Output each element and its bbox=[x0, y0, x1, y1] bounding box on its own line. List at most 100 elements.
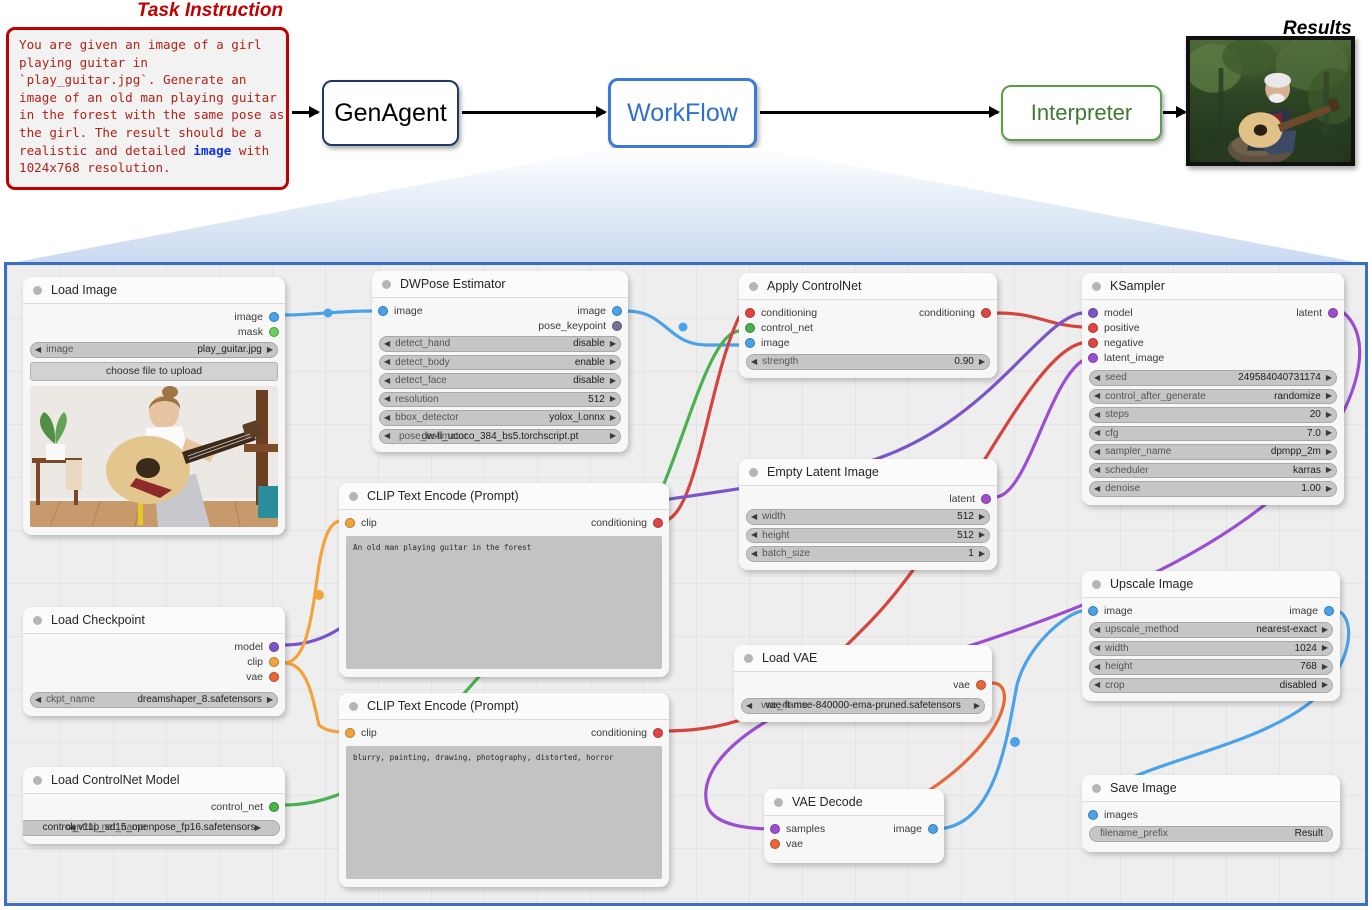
port-dot-control-net[interactable] bbox=[269, 801, 279, 812]
port-dot-negative[interactable] bbox=[1088, 337, 1098, 348]
collapse-dot-icon[interactable] bbox=[349, 491, 358, 501]
choose-file-button[interactable]: choose file to upload bbox=[30, 361, 278, 381]
port-dot-latent-image[interactable] bbox=[1088, 352, 1098, 363]
collapse-dot-icon[interactable] bbox=[1092, 783, 1101, 793]
port-dot-pose-keypoint[interactable] bbox=[612, 320, 622, 331]
widget-image[interactable]: ◀ image play_guitar.jpg ▶ bbox=[30, 342, 278, 358]
arrow-left-icon[interactable]: ◀ bbox=[384, 376, 390, 385]
port-dot-image-out[interactable] bbox=[1324, 605, 1334, 616]
arrow-right-icon[interactable]: ▶ bbox=[1322, 662, 1328, 671]
node-clip-text-encode-negative[interactable]: CLIP Text Encode (Prompt) clip condition… bbox=[339, 693, 669, 887]
arrow-left-icon[interactable]: ◀ bbox=[384, 358, 390, 366]
port-dot-image[interactable] bbox=[269, 311, 279, 322]
collapse-dot-icon[interactable] bbox=[382, 279, 391, 289]
output-port-image[interactable]: image bbox=[1289, 603, 1334, 618]
widget-denoise[interactable]: ◀ denoise 1.00 ▶ bbox=[1089, 481, 1337, 497]
widget-resolution[interactable]: ◀ resolution 512 ▶ bbox=[379, 391, 621, 407]
widget-width[interactable]: ◀ width 512 ▶ bbox=[746, 509, 990, 525]
arrow-left-icon[interactable]: ◀ bbox=[1094, 373, 1100, 382]
output-port-image[interactable]: image bbox=[893, 821, 938, 836]
arrow-right-icon[interactable]: ▶ bbox=[1326, 392, 1332, 400]
workflow-box[interactable]: WorkFlow bbox=[608, 78, 757, 148]
input-port-positive[interactable]: positive bbox=[1088, 320, 1140, 335]
widget-cfg[interactable]: ◀ cfg 7.0 ▶ bbox=[1089, 425, 1337, 441]
widget-upscale-method[interactable]: ◀ upscale_method nearest-exact ▶ bbox=[1089, 622, 1333, 638]
port-dot-images[interactable] bbox=[1088, 809, 1098, 820]
arrow-left-icon[interactable]: ◀ bbox=[35, 695, 41, 704]
arrow-right-icon[interactable]: ▶ bbox=[1322, 625, 1328, 634]
port-dot-model[interactable] bbox=[269, 641, 279, 652]
collapse-dot-icon[interactable] bbox=[33, 285, 42, 295]
workflow-canvas[interactable]: Load Image image mask ◀ image play_guita… bbox=[4, 262, 1368, 906]
port-dot-vae[interactable] bbox=[269, 671, 279, 682]
input-port-images[interactable]: images bbox=[1088, 807, 1333, 822]
arrow-left-icon[interactable]: ◀ bbox=[1094, 392, 1100, 400]
arrow-right-icon[interactable]: ▶ bbox=[1326, 410, 1332, 419]
collapse-dot-icon[interactable] bbox=[749, 281, 758, 291]
node-load-vae[interactable]: Load VAE vae ◀ vae_name vae-ft-mse-84000… bbox=[734, 645, 992, 722]
input-port-negative[interactable]: negative bbox=[1088, 335, 1144, 350]
arrow-right-icon[interactable]: ▶ bbox=[610, 376, 616, 385]
input-port-clip[interactable]: clip bbox=[345, 725, 377, 740]
arrow-right-icon[interactable]: ▶ bbox=[1326, 466, 1332, 474]
arrow-left-icon[interactable]: ◀ bbox=[384, 395, 390, 403]
widget-width[interactable]: ◀ width 1024 ▶ bbox=[1089, 640, 1333, 656]
output-port-vae[interactable]: vae bbox=[741, 677, 986, 692]
arrow-left-icon[interactable]: ◀ bbox=[1094, 429, 1100, 437]
port-dot-image-in[interactable] bbox=[1088, 605, 1098, 616]
input-port-control-net[interactable]: control_net bbox=[745, 320, 813, 335]
port-dot-image[interactable] bbox=[378, 305, 388, 316]
input-port-image[interactable]: image bbox=[1088, 603, 1133, 618]
arrow-left-icon[interactable]: ◀ bbox=[1094, 484, 1100, 493]
arrow-right-icon[interactable]: ▶ bbox=[1326, 429, 1332, 437]
port-dot-control-net[interactable] bbox=[745, 322, 755, 333]
widget-vae-name[interactable]: ◀ vae_name vae-ft-mse-840000-ema-pruned.… bbox=[741, 698, 985, 714]
prompt-textarea-negative[interactable]: blurry, painting, drawing, photography, … bbox=[346, 746, 662, 879]
widget-detect-hand[interactable]: ◀ detect_hand disable ▶ bbox=[379, 336, 621, 352]
port-dot-latent[interactable] bbox=[981, 493, 991, 504]
genagent-box[interactable]: GenAgent bbox=[322, 80, 459, 146]
widget-filename-prefix[interactable]: filename_prefix Result bbox=[1089, 826, 1333, 842]
widget-ckpt-name[interactable]: ◀ ckpt_name dreamshaper_8.safetensors ▶ bbox=[30, 692, 278, 708]
arrow-right-icon[interactable]: ▶ bbox=[1322, 681, 1328, 689]
port-dot-vae[interactable] bbox=[770, 838, 780, 849]
arrow-left-icon[interactable]: ◀ bbox=[1094, 466, 1100, 474]
widget-scheduler[interactable]: ◀ scheduler karras ▶ bbox=[1089, 462, 1337, 478]
port-dot-mask[interactable] bbox=[269, 326, 279, 337]
arrow-right-icon[interactable]: ▶ bbox=[1326, 373, 1332, 382]
collapse-dot-icon[interactable] bbox=[1092, 281, 1101, 291]
node-load-checkpoint[interactable]: Load Checkpoint model clip vae ◀ ckpt_na… bbox=[23, 607, 285, 716]
port-dot-image[interactable] bbox=[612, 305, 622, 316]
port-dot-conditioning-out[interactable] bbox=[981, 307, 991, 318]
widget-detect-face[interactable]: ◀ detect_face disable ▶ bbox=[379, 373, 621, 389]
arrow-left-icon[interactable]: ◀ bbox=[1094, 662, 1100, 671]
node-save-image[interactable]: Save Image images filename_prefix Result bbox=[1082, 775, 1340, 852]
node-upscale-image[interactable]: Upscale Image image image ◀ upscale_meth… bbox=[1082, 571, 1340, 701]
arrow-left-icon[interactable]: ◀ bbox=[1094, 410, 1100, 419]
port-dot-conditioning[interactable] bbox=[653, 727, 663, 738]
node-load-image[interactable]: Load Image image mask ◀ image play_guita… bbox=[23, 277, 285, 535]
arrow-right-icon[interactable]: ▶ bbox=[610, 395, 616, 403]
node-clip-text-encode-positive[interactable]: CLIP Text Encode (Prompt) clip condition… bbox=[339, 483, 669, 677]
arrow-right-icon[interactable]: ▶ bbox=[267, 345, 273, 354]
output-port-conditioning[interactable]: conditioning bbox=[919, 305, 991, 320]
port-dot-clip[interactable] bbox=[345, 727, 355, 738]
port-dot-samples[interactable] bbox=[770, 823, 780, 834]
widget-seed[interactable]: ◀ seed 249584040731174 ▶ bbox=[1089, 370, 1337, 386]
arrow-left-icon[interactable]: ◀ bbox=[35, 345, 41, 354]
input-port-samples[interactable]: samples bbox=[770, 821, 825, 836]
arrow-left-icon[interactable]: ◀ bbox=[1094, 447, 1100, 456]
arrow-left-icon[interactable]: ◀ bbox=[751, 549, 757, 558]
input-port-clip[interactable]: clip bbox=[345, 515, 377, 530]
arrow-right-icon[interactable]: ▶ bbox=[1322, 644, 1328, 652]
output-port-image[interactable]: image bbox=[577, 303, 622, 318]
port-dot-vae[interactable] bbox=[976, 679, 986, 690]
collapse-dot-icon[interactable] bbox=[744, 653, 753, 663]
widget-steps[interactable]: ◀ steps 20 ▶ bbox=[1089, 407, 1337, 423]
port-dot-conditioning[interactable] bbox=[653, 517, 663, 528]
node-load-controlnet-model[interactable]: Load ControlNet Model control_net ◀ cont… bbox=[23, 767, 285, 844]
output-port-latent[interactable]: latent bbox=[1296, 305, 1338, 320]
prompt-textarea-positive[interactable]: An old man playing guitar in the forest bbox=[346, 536, 662, 669]
output-port-latent[interactable]: latent bbox=[746, 491, 991, 506]
output-port-conditioning[interactable]: conditioning bbox=[591, 515, 663, 530]
